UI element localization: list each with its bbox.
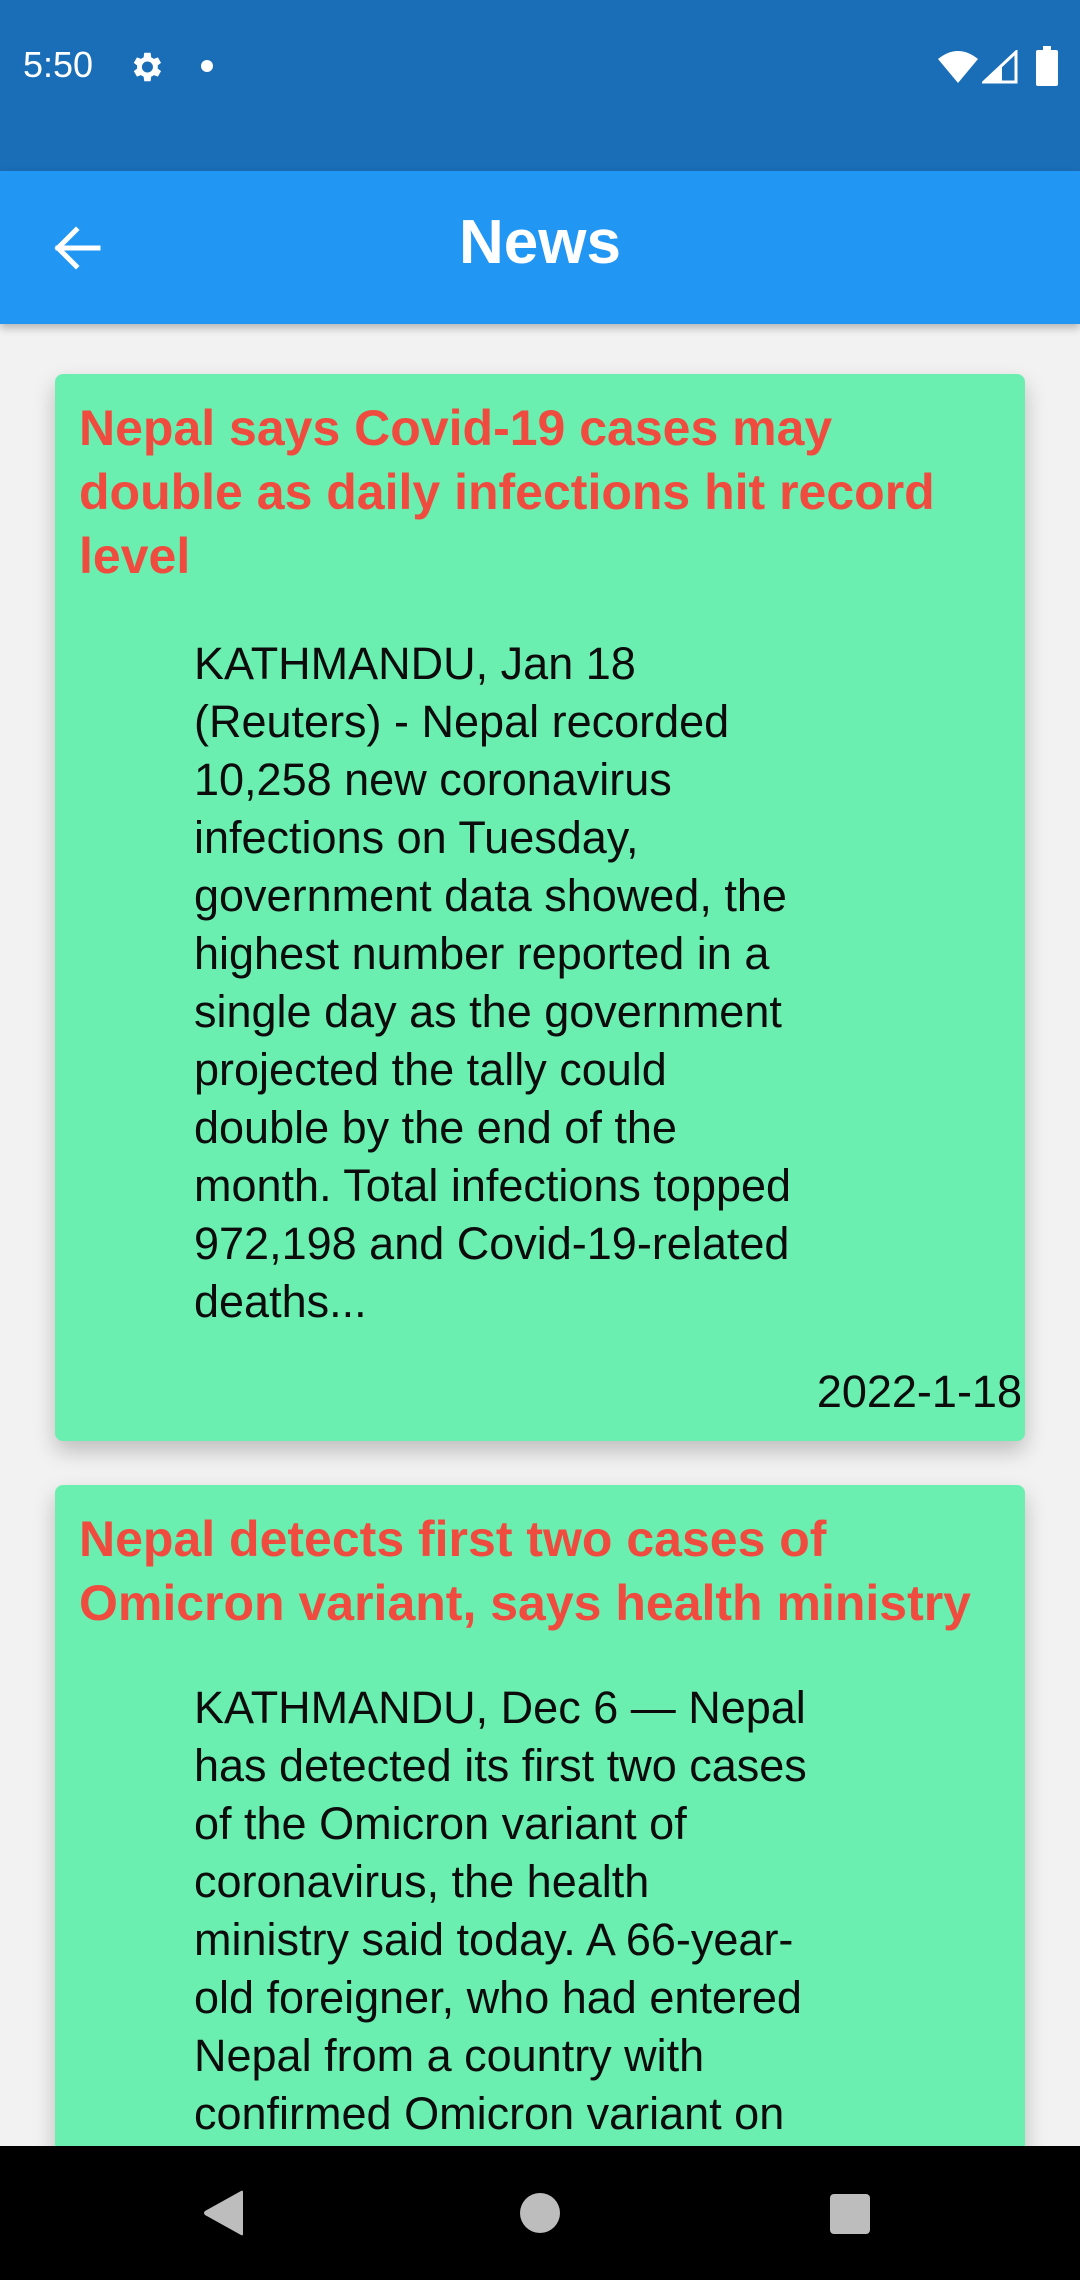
summary-line: KATHMANDU, Jan 18 xyxy=(194,638,636,689)
summary-line: KATHMANDU, Dec 6 — Nepal xyxy=(194,1682,806,1733)
wifi-icon xyxy=(938,51,978,83)
summary-line: of the Omicron variant of xyxy=(194,1798,687,1849)
summary-line: highest number reported in a xyxy=(194,928,770,979)
news-card[interactable]: Nepal detects first two cases of Omicron… xyxy=(55,1485,1025,2146)
nav-home-icon[interactable] xyxy=(520,2193,560,2233)
news-title: Nepal says Covid-19 cases may double as … xyxy=(79,400,935,584)
news-summary: KATHMANDU, Dec 6 — Nepal has detected it… xyxy=(194,1679,894,2143)
status-time: 5:50 xyxy=(23,44,94,85)
summary-line: ministry said today. A 66-year- xyxy=(194,1914,794,1965)
summary-line: Nepal from a country with xyxy=(194,2030,705,2081)
news-card[interactable]: Nepal says Covid-19 cases may double as … xyxy=(55,374,1025,1441)
summary-line: infections on Tuesday, xyxy=(194,812,639,863)
summary-line: (Reuters) - Nepal recorded xyxy=(194,696,730,747)
page-title: News xyxy=(459,208,621,277)
summary-line: old foreigner, who had entered xyxy=(194,1972,802,2023)
summary-line: projected the tally could xyxy=(194,1044,667,1095)
news-title: Nepal detects first two cases of Omicron… xyxy=(79,1511,971,1631)
summary-line: has detected its first two cases xyxy=(194,1740,807,1791)
battery-icon xyxy=(1036,46,1058,86)
nav-back-icon[interactable] xyxy=(203,2190,247,2236)
summary-line: 972,198 and Covid-19-related xyxy=(194,1218,790,1269)
news-list[interactable]: Nepal says Covid-19 cases may double as … xyxy=(0,324,1080,2146)
summary-line: 10,258 new coronavirus xyxy=(194,754,672,805)
summary-line: confirmed Omicron variant on xyxy=(194,2088,785,2139)
summary-line: coronavirus, the health xyxy=(194,1856,650,1907)
summary-line: single day as the government xyxy=(194,986,782,1037)
gear-icon xyxy=(133,52,162,82)
cell-signal-icon xyxy=(982,50,1018,84)
news-date: 2022-1-18 xyxy=(816,1366,1022,1417)
summary-line: double by the end of the xyxy=(194,1102,677,1153)
notification-dot-icon xyxy=(201,60,213,72)
summary-line: government data showed, the xyxy=(194,870,787,921)
nav-recents-icon[interactable] xyxy=(830,2194,870,2234)
summary-line: deaths... xyxy=(194,1276,367,1327)
summary-line: month. Total infections topped xyxy=(194,1160,792,1211)
news-summary: KATHMANDU, Jan 18 (Reuters) - Nepal reco… xyxy=(194,635,894,1331)
